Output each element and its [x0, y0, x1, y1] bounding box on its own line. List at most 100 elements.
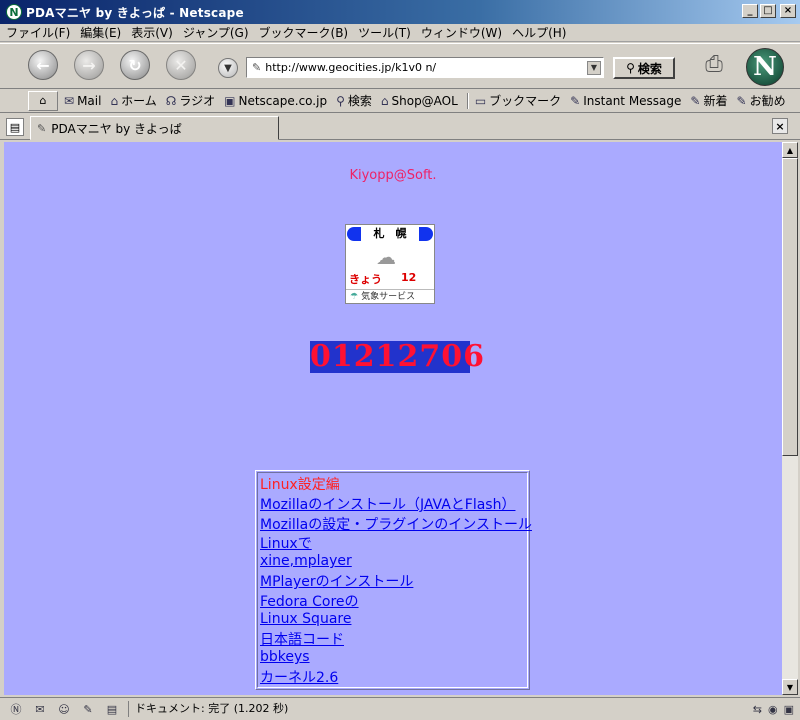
history-dropdown-button[interactable]: ▼ [218, 58, 238, 78]
close-button[interactable]: × [780, 4, 796, 18]
link-mozilla-install[interactable]: Mozillaのインストール（JAVAとFlash） [260, 494, 515, 514]
visitor-counter: 01212706 [310, 339, 485, 374]
online-icon: ⇆ [752, 702, 762, 716]
toolbar-item-bookmarks[interactable]: ▭ ブックマーク [475, 92, 561, 109]
link-bbkeys[interactable]: bbkeys [260, 649, 310, 665]
radio-icon: ☊ [165, 93, 177, 108]
status-text: ドキュメント: 完了 (1.202 秒) [128, 701, 753, 717]
toolbar-item-label: Instant Message [583, 93, 682, 108]
composer-icon[interactable]: ✎ [80, 702, 96, 716]
weather-city: 札 幌 [347, 227, 433, 241]
search-button[interactable]: ⚲ 検索 [613, 57, 675, 79]
menu-file[interactable]: ファイル(F) [6, 24, 70, 41]
weather-day: きょう [349, 273, 382, 286]
netscape-icon: N [6, 4, 22, 20]
menu-help[interactable]: ヘルプ(H) [512, 24, 566, 41]
personal-toolbar: ⌂ ✉ Mail ⌂ ホーム ☊ ラジオ ▣ Netscape.co.jp ⚲ … [0, 89, 800, 113]
close-tab-button[interactable]: × [772, 118, 788, 134]
page-icon: ✎ [37, 121, 47, 135]
back-arrow-icon: ← [36, 55, 50, 75]
menu-bar: ファイル(F) 編集(E) 表示(V) ジャンプ(G) ブックマーク(B) ツー… [0, 24, 800, 42]
toolbar-item-mail[interactable]: ✉ Mail [64, 94, 101, 108]
bookmark-icon: ✎ [736, 93, 747, 108]
weather-footer-label: 気象サービス [361, 292, 416, 302]
scroll-down-button[interactable]: ▼ [782, 679, 798, 695]
scroll-thumb[interactable] [782, 158, 798, 456]
navigation-toolbar: ← → ↻ ✕ ▼ ✎ ▼ ⚲ 検索 ⎙ N [0, 43, 800, 89]
toolbar-home-button[interactable]: ⌂ [28, 90, 58, 111]
link-kernel[interactable]: カーネル2.6 [260, 667, 338, 687]
page-icon: ✎ [252, 61, 262, 74]
toolbar-item-label: ホーム [121, 94, 157, 108]
menu-edit[interactable]: 編集(E) [80, 24, 121, 41]
weather-widget[interactable]: 札 幌 ☁ きょう 12 ☂ 気象サービス [345, 224, 435, 304]
stop-icon: ✕ [174, 55, 188, 75]
window-controls: _ □ × [742, 4, 796, 18]
link-linux-square[interactable]: Linux Square [260, 611, 351, 627]
maximize-button[interactable]: □ [760, 4, 776, 18]
reload-button[interactable]: ↻ [120, 50, 150, 80]
netscape-small-icon[interactable]: Ⓝ [8, 702, 24, 716]
bookmark-icon: ✎ [690, 93, 701, 108]
search-button-label: 検索 [637, 61, 662, 76]
search-icon: ⚲ [336, 93, 345, 108]
toolbar-item-search[interactable]: ⚲ 検索 [336, 92, 372, 109]
tab-bar: ▤ ✎ PDAマニヤ by きよっぱ × [0, 114, 800, 140]
link-linux[interactable]: Linuxで [260, 533, 312, 553]
toolbar-item-label: Mail [77, 93, 102, 108]
toolbar-item-home[interactable]: ⌂ ホーム [110, 92, 156, 109]
mail-icon[interactable]: ✉ [32, 702, 48, 716]
url-input[interactable] [265, 61, 587, 74]
links-box: Linux設定編 Mozillaのインストール（JAVAとFlash） Mozi… [255, 470, 532, 690]
print-button[interactable]: ⎙ [698, 52, 730, 82]
toolbar-item-label: 検索 [347, 94, 372, 108]
toolbar-item-recommend[interactable]: ✎ お勧め [737, 92, 786, 109]
chevron-down-icon: ▼ [590, 63, 598, 72]
weather-service-icon: ☂ [350, 292, 359, 302]
vertical-scrollbar[interactable]: ▲ ▼ [782, 142, 798, 695]
weather-temp: 12 [401, 271, 417, 284]
menu-view[interactable]: 表示(V) [131, 24, 173, 41]
url-dropdown-button[interactable]: ▼ [587, 60, 601, 75]
menu-go[interactable]: ジャンプ(G) [183, 24, 249, 41]
aim-icon[interactable]: ☺ [56, 702, 72, 716]
stop-button[interactable]: ✕ [166, 50, 196, 80]
minimize-button[interactable]: _ [742, 4, 758, 18]
forward-button[interactable]: → [74, 50, 104, 80]
link-fedora-core[interactable]: Fedora Coreの [260, 591, 359, 611]
status-indicators: ⇆ ◉ ▣ [753, 703, 794, 716]
address-book-icon[interactable]: ▤ [104, 702, 120, 716]
chevron-down-icon: ▼ [224, 62, 232, 74]
tab-current[interactable]: ✎ PDAマニヤ by きよっぱ [30, 116, 279, 140]
toolbar-item-label: ラジオ [179, 94, 216, 108]
cloud-icon: ☁ [376, 245, 396, 269]
forward-arrow-icon: → [82, 55, 96, 75]
link-mozilla-settings[interactable]: Mozillaの設定・プラグインのインストール [260, 514, 532, 534]
home-icon: ⌂ [110, 93, 119, 108]
toolbar-item-netscape[interactable]: ▣ Netscape.co.jp [224, 94, 327, 108]
menu-window[interactable]: ウィンドウ(W) [421, 24, 502, 41]
scroll-up-button[interactable]: ▲ [782, 142, 798, 158]
back-button[interactable]: ← [28, 50, 58, 80]
toolbar-item-new[interactable]: ✎ 新着 [690, 92, 727, 109]
toolbar-item-instant-message[interactable]: ✎ Instant Message [570, 94, 681, 108]
toolbar-item-shop[interactable]: ⌂ Shop@AOL [381, 94, 458, 108]
privacy-icon: ◉ [767, 702, 778, 716]
toolbar-item-label: Netscape.co.jp [238, 93, 328, 108]
url-bar[interactable]: ✎ ▼ [246, 57, 604, 78]
link-mplayer-install[interactable]: MPlayerのインストール [260, 571, 413, 591]
menu-tools[interactable]: ツール(T) [358, 24, 411, 41]
menu-bookmarks[interactable]: ブックマーク(B) [259, 24, 349, 41]
netscape-logo[interactable]: N [746, 48, 784, 86]
toolbar-item-radio[interactable]: ☊ ラジオ [166, 92, 215, 109]
link-xine-mplayer[interactable]: xine,mplayer [260, 553, 352, 569]
reload-icon: ↻ [128, 55, 142, 75]
tab-label: PDAマニヤ by きよっぱ [51, 121, 182, 136]
magnifier-icon: ⚲ [626, 61, 635, 75]
link-japanese-code[interactable]: 日本語コード [260, 629, 344, 649]
page-content: Kiyopp@Soft. 札 幌 ☁ きょう 12 ☂ 気象サービス 012127… [4, 142, 782, 695]
folder-icon: ▭ [474, 93, 487, 108]
links-heading: Linux設定編 [260, 477, 340, 493]
new-tab-button[interactable]: ▤ [6, 118, 24, 136]
toolbar-item-label: 新着 [703, 94, 728, 108]
